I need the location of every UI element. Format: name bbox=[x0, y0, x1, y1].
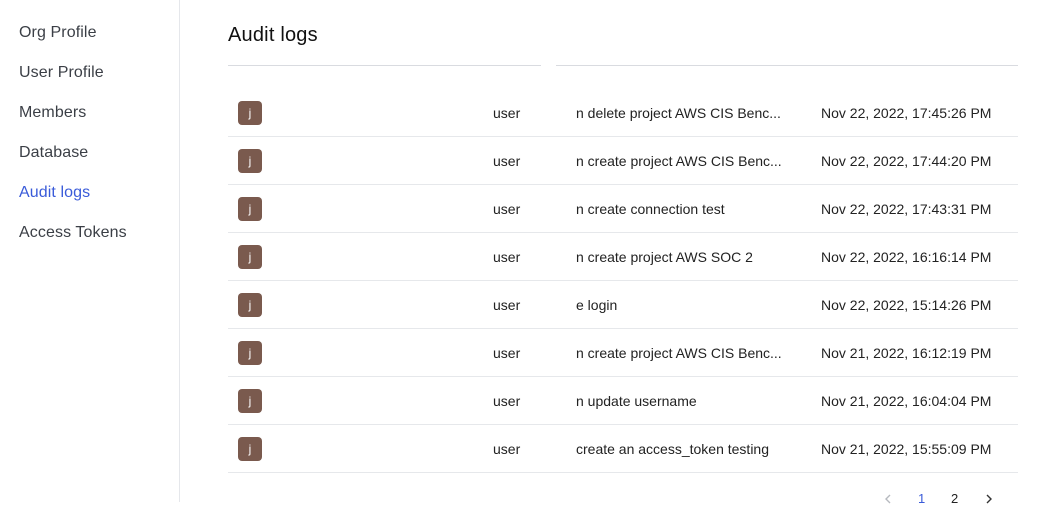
page-1-button[interactable]: 1 bbox=[918, 490, 925, 508]
avatar: j bbox=[238, 389, 262, 413]
log-user: user bbox=[493, 345, 521, 361]
sidebar-item-access-tokens[interactable]: Access Tokens bbox=[19, 224, 127, 242]
log-action: create an access_token testing bbox=[576, 441, 770, 457]
sidebar-item-user-profile[interactable]: User Profile bbox=[19, 64, 104, 82]
header-divider bbox=[228, 65, 541, 66]
page-2-button[interactable]: 2 bbox=[951, 490, 958, 508]
log-action: n create project AWS CIS Benc... bbox=[576, 345, 782, 361]
log-user: user bbox=[493, 153, 521, 169]
audit-log-row: j user create an access_token testing Nov 2… bbox=[228, 425, 1018, 473]
avatar: j bbox=[238, 293, 262, 317]
prev-page-button[interactable] bbox=[883, 490, 893, 508]
avatar: j bbox=[238, 245, 262, 269]
log-timestamp: Nov 21, 2022, 16:12:19 PM bbox=[821, 345, 992, 361]
log-user: user bbox=[493, 201, 521, 217]
audit-log-row: j user n delete project AWS CIS Benc... Nov… bbox=[228, 89, 1018, 137]
chevron-left-icon bbox=[885, 494, 891, 504]
sidebar-item-database[interactable]: Database bbox=[19, 144, 88, 162]
log-action: n update username bbox=[576, 393, 697, 409]
avatar: j bbox=[238, 197, 262, 221]
avatar: j bbox=[238, 437, 262, 461]
audit-log-row: j user n create project AWS CIS Benc... Nov… bbox=[228, 137, 1018, 185]
avatar: j bbox=[238, 149, 262, 173]
sidebar-item-org-profile[interactable]: Org Profile bbox=[19, 24, 97, 42]
next-page-button[interactable] bbox=[984, 490, 994, 508]
sidebar-item-audit-logs[interactable]: Audit logs bbox=[19, 184, 90, 202]
sidebar-item-members[interactable]: Members bbox=[19, 104, 86, 122]
audit-log-row: j user e login Nov 22, 2022, 15:14:26 PM bbox=[228, 281, 1018, 329]
log-timestamp: Nov 22, 2022, 17:45:26 PM bbox=[821, 105, 992, 121]
audit-logs-panel: Audit logs j user n delete project AWS CIS… bbox=[228, 0, 1018, 527]
log-timestamp: Nov 21, 2022, 16:04:04 PM bbox=[821, 393, 992, 409]
log-user: user bbox=[493, 297, 521, 313]
log-action: n create project AWS SOC 2 bbox=[576, 249, 753, 265]
log-timestamp: Nov 22, 2022, 15:14:26 PM bbox=[821, 297, 992, 313]
audit-log-row: j user n create project AWS SOC 2 Nov 22, 2… bbox=[228, 233, 1018, 281]
log-timestamp: Nov 22, 2022, 17:44:20 PM bbox=[821, 153, 992, 169]
avatar: j bbox=[238, 341, 262, 365]
audit-log-row: j user n create connection test Nov 22, 202… bbox=[228, 185, 1018, 233]
settings-sidebar: Org Profile User Profile Members Databas… bbox=[0, 0, 180, 502]
log-user: user bbox=[493, 105, 521, 121]
log-action: e login bbox=[576, 297, 618, 313]
audit-log-row: j user n update username Nov 21, 2022, 16:0… bbox=[228, 377, 1018, 425]
chevron-right-icon bbox=[986, 494, 992, 504]
log-timestamp: Nov 22, 2022, 17:43:31 PM bbox=[821, 201, 992, 217]
log-user: user bbox=[493, 393, 521, 409]
audit-log-row: j user n create project AWS CIS Benc... Nov… bbox=[228, 329, 1018, 377]
log-user: user bbox=[493, 441, 521, 457]
log-timestamp: Nov 21, 2022, 15:55:09 PM bbox=[821, 441, 992, 457]
pagination: 1 2 bbox=[876, 490, 1006, 510]
log-action: n delete project AWS CIS Benc... bbox=[576, 105, 781, 121]
log-action: n create connection test bbox=[576, 201, 725, 217]
header-divider bbox=[556, 65, 1018, 66]
log-user: user bbox=[493, 249, 521, 265]
page-title: Audit logs bbox=[228, 24, 318, 46]
log-action: n create project AWS CIS Benc... bbox=[576, 153, 782, 169]
log-timestamp: Nov 22, 2022, 16:16:14 PM bbox=[821, 249, 992, 265]
avatar: j bbox=[238, 101, 262, 125]
